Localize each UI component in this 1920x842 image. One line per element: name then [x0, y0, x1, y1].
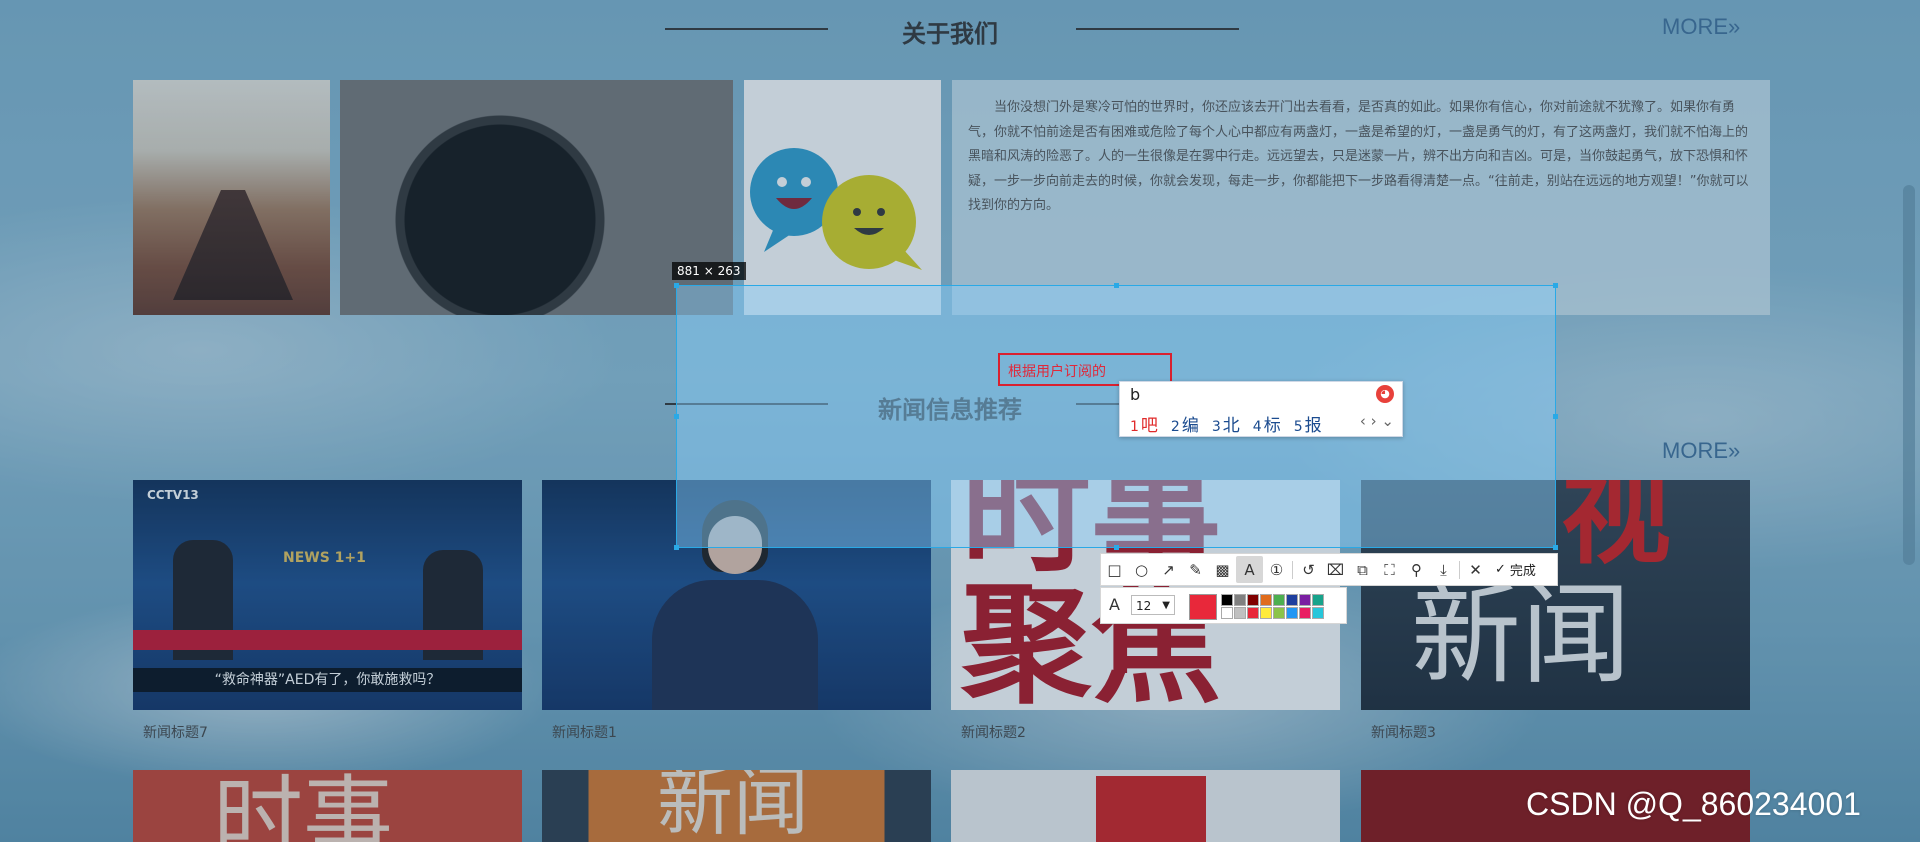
resize-handle[interactable]	[674, 283, 679, 288]
page-scrollbar[interactable]	[1903, 185, 1915, 565]
color-swatch[interactable]	[1221, 594, 1233, 606]
undo-icon[interactable]: ↺	[1295, 556, 1322, 583]
resize-handle[interactable]	[1553, 414, 1558, 419]
news-thumbnail[interactable]: 新闻	[542, 770, 931, 842]
pin-icon[interactable]: ⚲	[1403, 556, 1430, 583]
color-swatch[interactable]	[1312, 594, 1324, 606]
current-color-swatch[interactable]	[1189, 594, 1217, 620]
rectangle-icon[interactable]: □	[1101, 556, 1128, 583]
title-line-left	[665, 28, 828, 30]
anchor-body	[652, 580, 818, 710]
done-label: 完成	[1509, 564, 1536, 579]
color-swatch[interactable]	[1260, 607, 1272, 619]
thumbnail-art-text: 时事	[213, 770, 393, 842]
copy-icon[interactable]: ⧉	[1349, 556, 1376, 583]
resize-handle[interactable]	[674, 414, 679, 419]
check-icon: ✓	[1495, 562, 1506, 577]
ime-candidate[interactable]: 1吧	[1130, 411, 1158, 436]
color-swatch[interactable]	[1234, 607, 1246, 619]
news-caption[interactable]: 新闻标题2	[961, 722, 1026, 742]
ime-candidate[interactable]: 4标	[1253, 411, 1281, 436]
cancel-icon[interactable]: ✕	[1462, 556, 1489, 583]
crop-icon[interactable]: ⌧	[1322, 556, 1349, 583]
resize-handle[interactable]	[1114, 283, 1119, 288]
news-thumbnail[interactable]: CCTV13 NEWS 1+1 “救命神器”AED有了，你敢施救吗？	[133, 480, 522, 710]
color-swatch[interactable]	[1260, 594, 1272, 606]
font-icon: A	[1109, 595, 1120, 614]
thumbnail-art-text: 新闻	[657, 770, 809, 842]
news-caption[interactable]: 新闻标题1	[552, 722, 617, 742]
csdn-watermark: CSDN @Q_860234001	[1526, 786, 1861, 822]
about-title: 关于我们	[902, 20, 998, 48]
ime-candidate[interactable]: 3北	[1212, 411, 1240, 436]
font-size-select[interactable]: 12 ▼	[1131, 595, 1175, 615]
thumbnail-art-text: 视	[1561, 480, 1671, 579]
news-more-link[interactable]: MORE»	[1662, 438, 1740, 464]
ime-candidate-window[interactable]: b ◕ 1吧 2编 3北 4标 5报 ‹ › ⌄	[1119, 381, 1403, 437]
ime-candidate[interactable]: 5报	[1294, 411, 1322, 436]
color-swatch[interactable]	[1273, 594, 1285, 606]
toolbar-divider	[1459, 560, 1460, 579]
capture-selection[interactable]	[674, 283, 1558, 550]
conference-room-image	[133, 80, 330, 315]
color-swatch[interactable]	[1286, 607, 1298, 619]
color-palette	[1221, 594, 1324, 619]
color-swatch[interactable]	[1299, 607, 1311, 619]
thumbnail-logo	[1096, 776, 1206, 842]
ime-candidates: 1吧 2编 3北 4标 5报	[1130, 411, 1322, 436]
about-more-link[interactable]: MORE»	[1662, 14, 1740, 40]
program-badge: NEWS 1+1	[283, 550, 366, 566]
font-size-value: 12	[1136, 599, 1152, 613]
news-thumbnail[interactable]	[951, 770, 1340, 842]
thumbnail-art-text: 新闻	[1411, 571, 1631, 699]
arrow-icon[interactable]: ↗	[1155, 556, 1182, 583]
color-swatch[interactable]	[1247, 594, 1259, 606]
color-swatch[interactable]	[1247, 607, 1259, 619]
color-swatch[interactable]	[1299, 594, 1311, 606]
toolbar-divider	[1292, 560, 1293, 579]
about-paragraph: 当你没想门外是寒冷可怕的世界时，你还应该去开门出去看看，是否真的如此。如果你有信…	[968, 100, 1749, 213]
resize-handle[interactable]	[1114, 545, 1119, 550]
ocr-icon[interactable]: ⛶	[1376, 556, 1403, 583]
ime-composition: b	[1130, 385, 1141, 404]
pen-icon[interactable]: ✎	[1182, 556, 1209, 583]
ime-logo-icon: ◕	[1376, 385, 1394, 403]
chat-bubbles-image	[744, 80, 941, 315]
text-style-bar: A 12 ▼	[1100, 587, 1347, 624]
mosaic-icon[interactable]: ▩	[1209, 556, 1236, 583]
title-line-right	[1076, 28, 1239, 30]
save-icon[interactable]: ⤓	[1430, 556, 1457, 583]
text-icon[interactable]: A	[1236, 556, 1263, 583]
color-swatch[interactable]	[1286, 594, 1298, 606]
color-swatch[interactable]	[1234, 594, 1246, 606]
done-button[interactable]: ✓ 完成	[1489, 560, 1542, 579]
ime-page-nav[interactable]: ‹ › ⌄	[1360, 412, 1394, 430]
news-thumbnail[interactable]: 时事	[133, 770, 522, 842]
resize-handle[interactable]	[1553, 283, 1558, 288]
selection-size-label: 881 × 263	[672, 262, 746, 280]
ellipse-icon[interactable]: ○	[1128, 556, 1155, 583]
number-icon[interactable]: ①	[1263, 556, 1290, 583]
color-swatch[interactable]	[1273, 607, 1285, 619]
color-swatch[interactable]	[1312, 607, 1324, 619]
chat-bubbles-icon	[750, 148, 922, 270]
annotation-text[interactable]: 根据用户订阅的	[1008, 361, 1106, 381]
color-swatch[interactable]	[1221, 607, 1233, 619]
capture-toolbar: □ ○ ↗ ✎ ▩ A ① ↺ ⌧ ⧉ ⛶ ⚲ ⤓ ✕ ✓ 完成	[1100, 553, 1558, 586]
news-caption[interactable]: 新闻标题3	[1371, 722, 1436, 742]
about-text-panel: 当你没想门外是寒冷可怕的世界时，你还应该去开门出去看看，是否真的如此。如果你有信…	[952, 80, 1770, 315]
channel-logo: CCTV13	[147, 488, 199, 502]
desk	[133, 630, 522, 650]
news-ticker: “救命神器”AED有了，你敢施救吗？	[133, 668, 522, 692]
resize-handle[interactable]	[1553, 545, 1558, 550]
ime-candidate[interactable]: 2编	[1171, 411, 1199, 436]
news-caption[interactable]: 新闻标题7	[143, 722, 208, 742]
conference-table	[173, 190, 293, 300]
resize-handle[interactable]	[674, 545, 679, 550]
chevron-down-icon: ▼	[1162, 600, 1170, 611]
